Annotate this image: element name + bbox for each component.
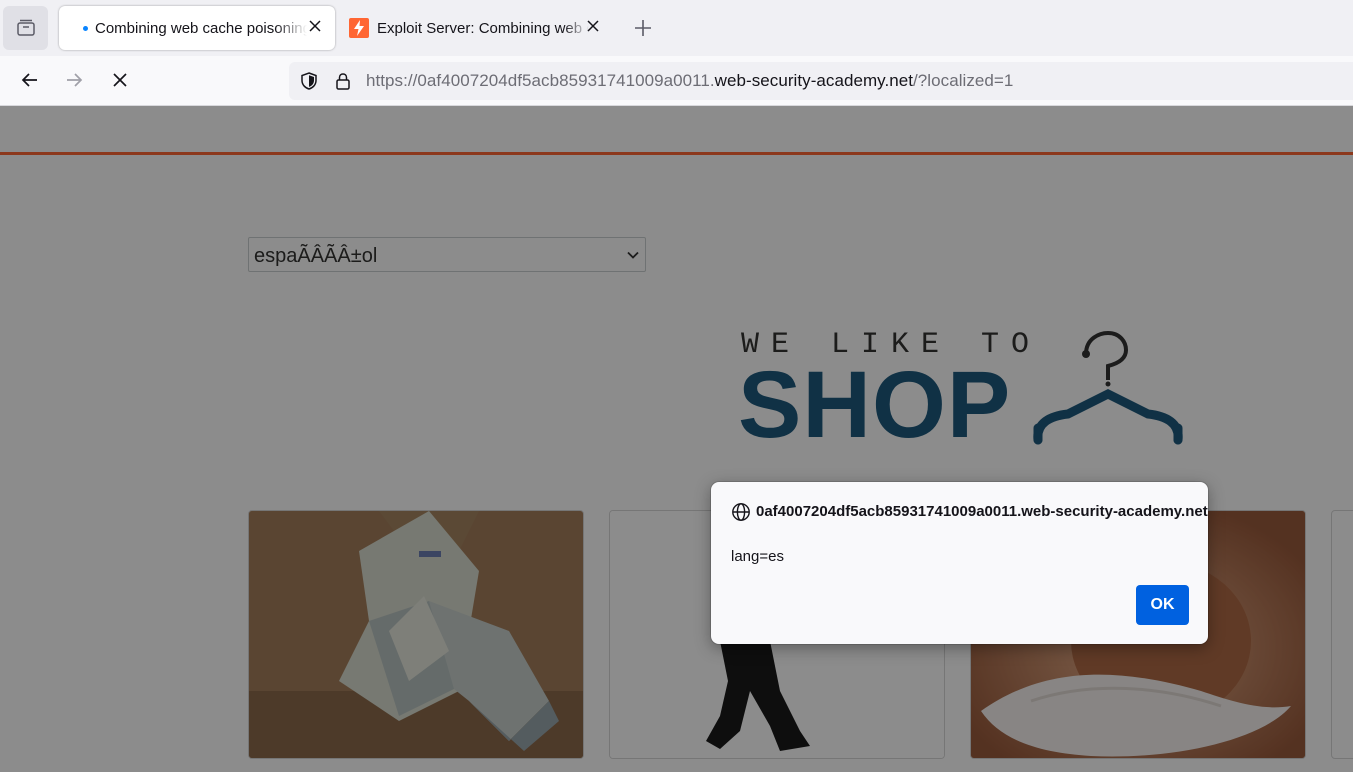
new-tab-icon[interactable] [632,17,654,39]
close-tab-icon[interactable] [307,18,323,34]
tab-list-icon [16,19,35,36]
exploit-server-favicon-icon [349,18,369,38]
dialog-message: lang=es [731,548,784,565]
stop-loading-button[interactable] [108,68,132,92]
dialog-origin: 0af4007204df5acb85931741009a0011.web-sec… [756,503,1208,520]
loading-indicator-icon [83,26,88,31]
stop-icon [113,73,127,87]
tab-overview-button[interactable] [3,6,48,50]
arrow-right-icon [67,73,83,87]
url-domain: web-security-academy.net [714,71,914,90]
ok-button[interactable]: OK [1136,585,1189,625]
forward-button[interactable] [62,68,86,92]
tab-title: Combining web cache poisoning vulnerabil… [95,19,307,37]
globe-icon [732,503,750,521]
navigation-toolbar: https://0af4007204df5acb85931741009a0011… [0,56,1353,106]
address-bar[interactable]: https://0af4007204df5acb85931741009a0011… [289,62,1353,100]
tab-bar: Combining web cache poisoning vulnerabil… [0,0,1353,56]
modal-backdrop [0,106,1353,772]
close-tab-icon[interactable] [585,18,601,34]
tracking-protection-shield-icon[interactable] [299,71,319,91]
lock-icon[interactable] [333,71,353,91]
back-button[interactable] [18,68,42,92]
tab-exploit-server[interactable]: Exploit Server: Combining web cache pois… [341,6,613,50]
tab-title: Exploit Server: Combining web cache pois… [377,19,589,37]
tab-combining-web-cache[interactable]: Combining web cache poisoning vulnerabil… [59,6,335,50]
arrow-left-icon [21,73,37,87]
url-text[interactable]: https://0af4007204df5acb85931741009a0011… [366,71,1013,91]
alert-dialog: 0af4007204df5acb85931741009a0011.web-sec… [711,482,1208,644]
url-path: /?localized=1 [913,71,1014,90]
url-prefix: https://0af4007204df5acb85931741009a0011… [366,71,715,90]
